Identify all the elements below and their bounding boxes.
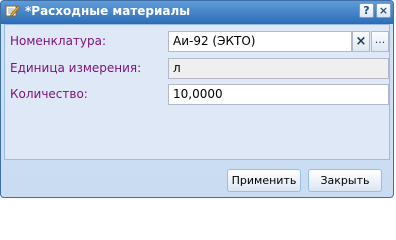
help-button[interactable]: ?: [359, 3, 374, 18]
form-panel: Номенклатура: Аи-92 (ЭКТО) × ... Единица…: [4, 24, 390, 160]
browse-button[interactable]: ...: [371, 31, 389, 52]
close-button[interactable]: Закрыть: [308, 169, 382, 192]
nomenclature-field[interactable]: Аи-92 (ЭКТО): [168, 31, 352, 52]
edit-document-icon: [5, 4, 20, 17]
nomenclature-label: Номенклатура:: [10, 34, 107, 48]
title-bar[interactable]: *Расходные материалы ? ×: [1, 1, 393, 21]
close-window-button[interactable]: ×: [376, 3, 391, 18]
quantity-label: Количество:: [10, 87, 88, 101]
unit-label: Единица измерения:: [10, 61, 142, 75]
apply-button[interactable]: Применить: [227, 169, 301, 192]
dialog-window: *Расходные материалы ? × Номенклатура: А…: [0, 0, 394, 198]
window-title: *Расходные материалы: [25, 4, 191, 18]
quantity-field[interactable]: 10,0000: [168, 84, 389, 105]
clear-button[interactable]: ×: [352, 31, 370, 52]
unit-field: л: [168, 58, 389, 79]
